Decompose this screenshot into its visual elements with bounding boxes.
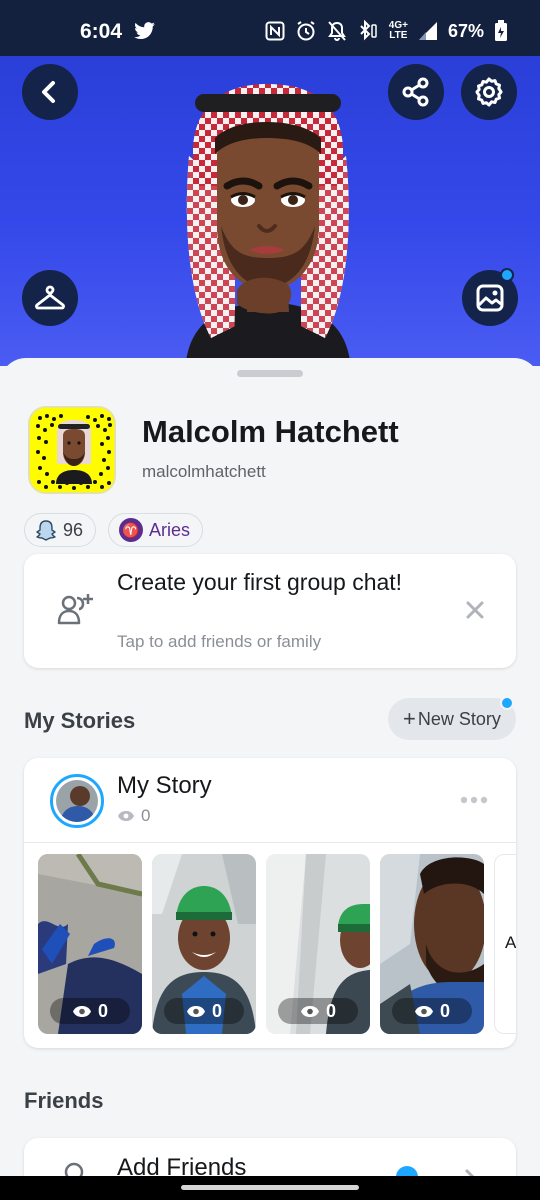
divider bbox=[24, 842, 516, 843]
network-bottom-label: LTE bbox=[389, 30, 408, 41]
zodiac-label: Aries bbox=[149, 519, 191, 540]
thumbnail-views-count: 0 bbox=[325, 1000, 336, 1021]
snapscore-chip[interactable]: 96 bbox=[24, 513, 97, 547]
display-name: Malcolm Hatchett bbox=[142, 414, 399, 449]
profile-sheet: Malcolm Hatchett malcolmhatchett 96 ♈ Ar… bbox=[0, 358, 540, 1200]
drag-handle[interactable] bbox=[237, 370, 303, 377]
outfit-button[interactable] bbox=[22, 270, 78, 326]
my-stories-heading: My Stories bbox=[24, 708, 136, 733]
ghost-icon bbox=[36, 520, 56, 541]
status-bar: 6:04 4G+ LTE 67% bbox=[0, 0, 540, 56]
add-group-icon bbox=[57, 594, 93, 625]
battery-charging-icon bbox=[495, 20, 507, 41]
close-icon[interactable] bbox=[465, 600, 485, 620]
story-avatar-image bbox=[56, 780, 98, 822]
my-story-card[interactable]: My Story 0 0 0 0 0 A bbox=[24, 758, 516, 1048]
system-nav-bar bbox=[0, 1176, 540, 1200]
share-icon bbox=[402, 77, 429, 107]
new-story-notification-dot bbox=[500, 696, 514, 710]
zodiac-chip[interactable]: ♈ Aries bbox=[108, 513, 204, 547]
back-button[interactable] bbox=[22, 64, 78, 120]
eye-icon bbox=[414, 1005, 433, 1017]
story-archive-tile[interactable]: A bbox=[494, 854, 516, 1034]
profile-banner bbox=[0, 56, 540, 366]
thumbnail-views-count: 0 bbox=[211, 1000, 222, 1021]
home-gesture-pill[interactable] bbox=[181, 1185, 359, 1190]
eye-icon bbox=[186, 1005, 205, 1017]
gear-icon bbox=[475, 77, 503, 107]
username: malcolmhatchett bbox=[142, 462, 266, 481]
new-story-button[interactable]: + New Story bbox=[388, 696, 516, 740]
image-sparkle-icon bbox=[476, 284, 504, 312]
eye-icon bbox=[118, 811, 134, 821]
friends-heading: Friends bbox=[24, 1088, 104, 1113]
thumbnail-views-count: 0 bbox=[439, 1000, 450, 1021]
bluetooth-vibrate-icon bbox=[360, 20, 377, 41]
thumbnail-views: 0 bbox=[392, 998, 472, 1024]
my-story-views: 0 bbox=[117, 806, 150, 826]
settings-button[interactable] bbox=[461, 64, 517, 120]
archive-tile-label: A bbox=[505, 933, 516, 952]
mute-icon bbox=[327, 21, 346, 42]
story-thumbnail[interactable]: 0 bbox=[266, 854, 370, 1034]
thumbnail-views-count: 0 bbox=[97, 1000, 108, 1021]
thumbnail-views: 0 bbox=[50, 998, 130, 1024]
my-story-title: My Story bbox=[117, 772, 212, 799]
snapcode-pattern bbox=[36, 414, 112, 490]
thumbnail-views: 0 bbox=[278, 998, 358, 1024]
snapscore-value: 96 bbox=[63, 519, 84, 540]
background-button[interactable] bbox=[462, 268, 518, 326]
snapcode[interactable] bbox=[28, 406, 116, 494]
nfc-icon bbox=[265, 21, 285, 41]
eye-icon bbox=[300, 1005, 319, 1017]
group-chat-subtitle: Tap to add friends or family bbox=[117, 632, 322, 651]
thumbnail-views: 0 bbox=[164, 998, 244, 1024]
hanger-icon bbox=[35, 285, 65, 310]
my-story-views-count: 0 bbox=[141, 806, 151, 825]
more-options-icon[interactable] bbox=[460, 796, 488, 804]
alarm-icon bbox=[297, 21, 315, 41]
group-chat-card[interactable]: Create your first group chat! Tap to add… bbox=[24, 554, 516, 668]
group-chat-title: Create your first group chat! bbox=[117, 569, 403, 595]
network-type: 4G+ LTE bbox=[389, 21, 408, 41]
chevron-left-icon bbox=[42, 81, 55, 103]
bitmoji-avatar[interactable] bbox=[175, 76, 360, 366]
new-story-label: New Story bbox=[417, 708, 501, 729]
story-thumbnail[interactable]: 0 bbox=[380, 854, 484, 1034]
twitter-icon bbox=[134, 22, 155, 40]
status-time: 6:04 bbox=[80, 20, 123, 43]
story-thumbnail[interactable]: 0 bbox=[152, 854, 256, 1034]
status-icons: 4G+ LTE 67% bbox=[265, 20, 508, 42]
story-thumbnail[interactable]: 0 bbox=[38, 854, 142, 1034]
aries-icon: ♈ bbox=[119, 518, 143, 542]
signal-icon bbox=[418, 22, 437, 40]
battery-percent: 67% bbox=[447, 20, 484, 41]
notification-dot bbox=[500, 268, 514, 282]
plus-icon: + bbox=[403, 706, 416, 731]
story-avatar[interactable] bbox=[50, 774, 104, 828]
share-button[interactable] bbox=[388, 64, 444, 120]
eye-icon bbox=[72, 1005, 91, 1017]
